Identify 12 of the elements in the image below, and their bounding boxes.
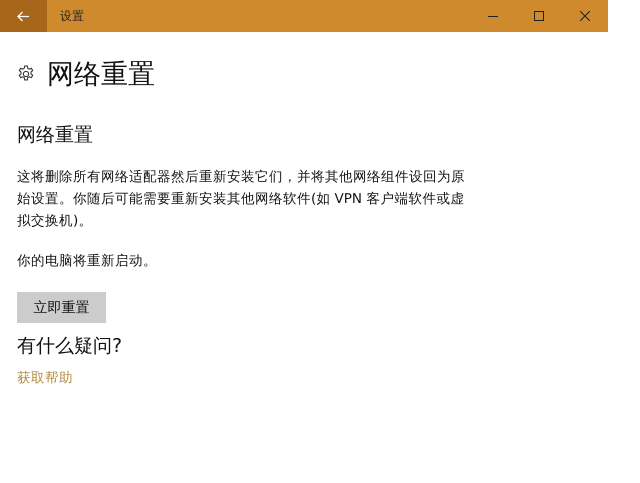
back-button[interactable] [0, 0, 47, 32]
reset-now-button[interactable]: 立即重置 [17, 292, 106, 323]
gear-icon [17, 65, 35, 83]
section-title: 网络重置 [17, 123, 93, 148]
window-title: 设置 [60, 8, 85, 24]
maximize-icon [534, 11, 544, 21]
page-title: 网络重置 [47, 58, 155, 92]
close-icon [580, 11, 590, 21]
restart-note: 你的电脑将重新启动。 [17, 252, 158, 271]
back-arrow-icon [17, 10, 30, 22]
help-title: 有什么疑问? [17, 334, 122, 359]
description-text: 这将删除所有网络适配器然后重新安装它们，并将其他网络组件设回为原始设置。你随后可能需要重新安装其他网络软件(如 VPN 客户端软件或虚拟交换机)。 [17, 168, 466, 231]
